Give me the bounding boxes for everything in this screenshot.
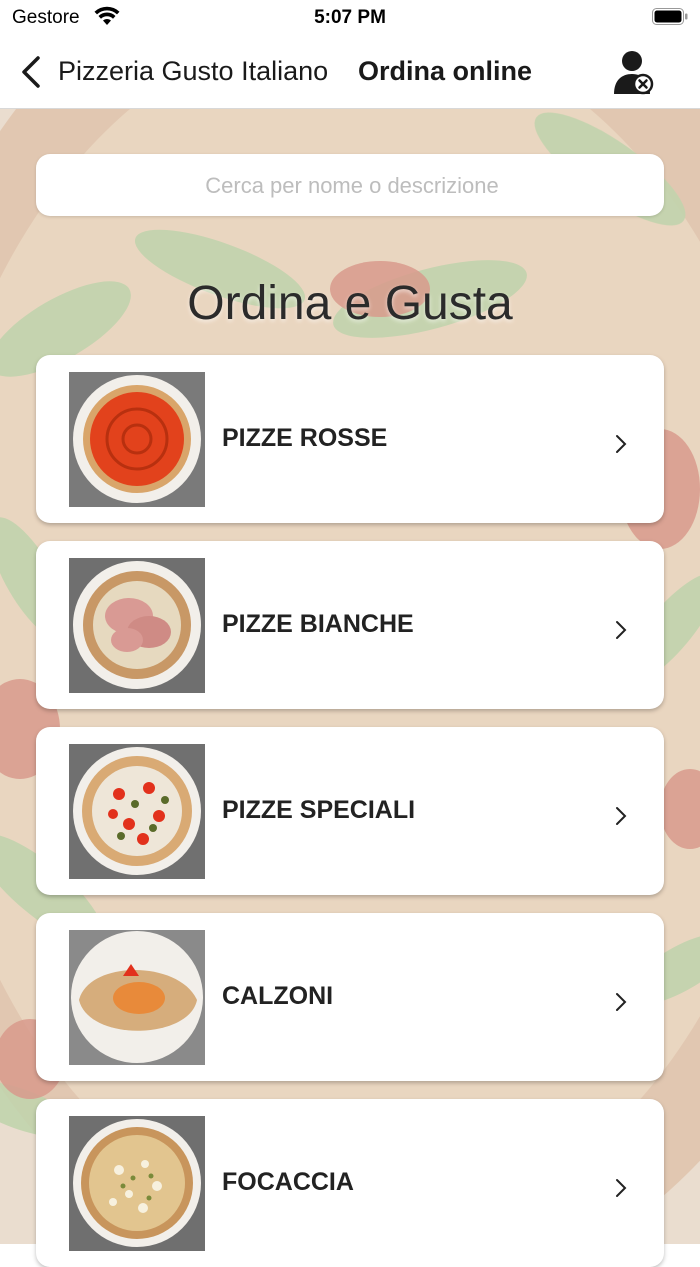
restaurant-name: Pizzeria Gusto Italiano <box>58 56 329 86</box>
navigation-bar: Pizzeria Gusto Italiano Ordina online <box>0 36 700 109</box>
category-label: PIZZE ROSSE <box>222 424 388 452</box>
category-label: PIZZE SPECIALI <box>222 796 416 824</box>
category-thumbnail <box>69 1116 205 1251</box>
category-card-focaccia[interactable]: FOCACCIA <box>36 1099 664 1267</box>
back-button[interactable] <box>16 52 50 92</box>
battery-icon <box>652 8 688 25</box>
category-card-pizze-rosse[interactable]: PIZZE ROSSE <box>36 355 664 523</box>
chevron-right-icon <box>616 807 627 825</box>
chevron-right-icon <box>616 435 627 453</box>
category-label: FOCACCIA <box>222 1168 354 1196</box>
chevron-left-icon <box>22 56 40 88</box>
chevron-right-icon <box>616 621 627 639</box>
status-bar: Gestore 5:07 PM <box>0 0 700 36</box>
chevron-right-icon <box>616 993 627 1011</box>
category-thumbnail <box>69 930 205 1065</box>
category-label: PIZZE BIANCHE <box>222 610 414 638</box>
category-thumbnail <box>69 744 205 879</box>
user-logout-icon <box>614 51 654 95</box>
search-bar[interactable] <box>36 154 668 218</box>
category-thumbnail <box>69 372 205 507</box>
clock: 5:07 PM <box>314 7 386 28</box>
chevron-right-icon <box>616 1179 627 1197</box>
category-thumbnail <box>69 558 205 693</box>
page-title: Ordina online <box>358 56 533 86</box>
category-card-calzoni[interactable]: CALZONI <box>36 913 664 1081</box>
category-label: CALZONI <box>222 982 334 1010</box>
search-input[interactable] <box>36 154 668 218</box>
section-heading: Ordina e Gusta <box>187 277 513 330</box>
account-button[interactable] <box>610 48 656 98</box>
category-card-pizze-bianche[interactable]: PIZZE BIANCHE <box>36 541 664 709</box>
category-card-pizze-speciali[interactable]: PIZZE SPECIALI <box>36 727 664 895</box>
